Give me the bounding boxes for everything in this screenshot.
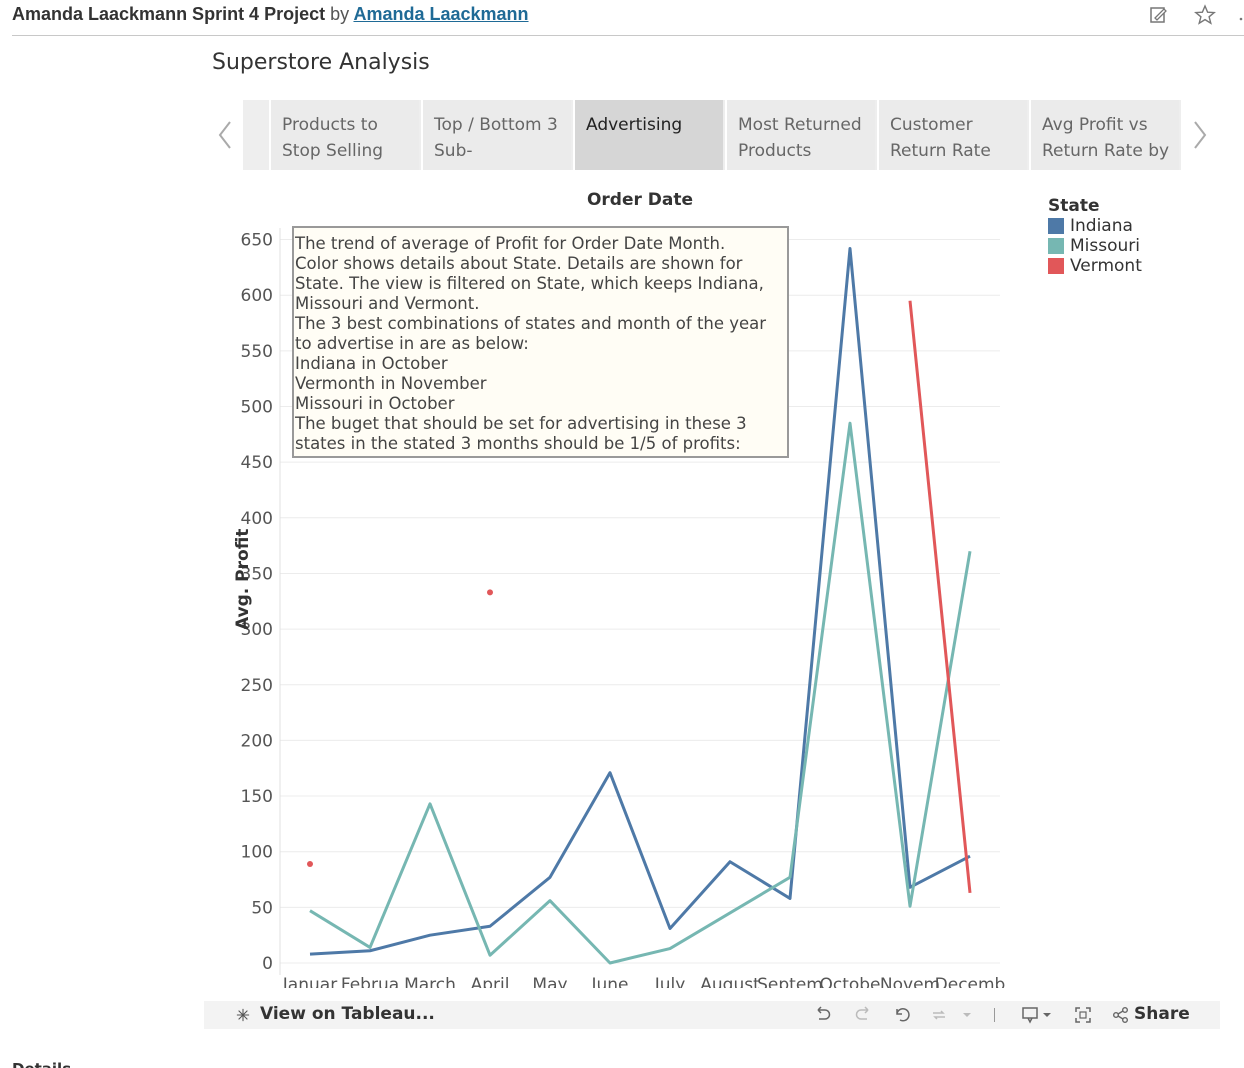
y-tick-label: 600	[241, 286, 273, 306]
legend-item-vermont[interactable]: Vermont	[1048, 256, 1158, 276]
tooltip-line: Missouri in October	[295, 394, 455, 413]
legend-swatch-indiana	[1048, 218, 1064, 234]
tooltip-line: to advertise in are as below:	[295, 334, 529, 353]
y-axis-title: Avg. Profit	[233, 528, 253, 630]
line-chart: 050100150200250300350400450500550600650J…	[241, 228, 1006, 995]
legend-item-indiana[interactable]: Indiana	[1048, 216, 1158, 236]
y-tick-label: 200	[241, 731, 273, 751]
y-tick-label: 100	[241, 843, 273, 863]
x-tick-label: August	[700, 975, 760, 995]
tooltip-line: Indiana in October	[295, 354, 448, 373]
series-line-missouri	[309, 421, 972, 965]
legend-label-indiana: Indiana	[1070, 216, 1133, 236]
x-tick-label: July	[654, 975, 686, 995]
share-icon[interactable]	[1110, 1004, 1132, 1026]
x-tick-label: Octobe	[819, 975, 880, 995]
y-tick-label: 250	[241, 676, 273, 696]
fullscreen-icon[interactable]	[1072, 1004, 1094, 1026]
point-vermont	[307, 860, 313, 867]
comment-icon[interactable]	[1020, 1004, 1054, 1026]
x-tick-label: Januar	[282, 975, 337, 995]
toolbar-separator	[994, 1008, 995, 1022]
tooltip-line: The trend of average of Profit for Order…	[295, 234, 726, 253]
y-tick-label: 550	[241, 342, 273, 362]
redo-glyph	[855, 1006, 869, 1020]
redo-icon[interactable]	[852, 1004, 874, 1026]
tooltip-line: Missouri and Vermont.	[295, 294, 480, 313]
revert-icon[interactable]	[892, 1004, 914, 1026]
refresh-dropdown-icon[interactable]	[960, 1004, 974, 1026]
y-tick-label: 450	[241, 453, 273, 473]
x-tick-label: March	[404, 975, 456, 995]
x-tick-label: June	[590, 975, 628, 995]
undo-icon[interactable]	[812, 1004, 834, 1026]
tooltip-line: The 3 best combinations of states and mo…	[295, 314, 767, 333]
y-tick-label: 0	[262, 954, 273, 974]
legend-swatch-vermont	[1048, 258, 1064, 274]
legend: State Indiana Missouri Vermont	[1048, 196, 1158, 276]
legend-label-vermont: Vermont	[1070, 256, 1142, 276]
legend-swatch-missouri	[1048, 238, 1064, 254]
y-tick-label: 150	[241, 787, 273, 807]
revert-glyph	[896, 1008, 910, 1022]
y-tick-label: 650	[241, 231, 273, 251]
y-tick-label: 50	[251, 898, 273, 918]
x-tick-label: April	[471, 975, 510, 995]
view-on-tableau-link[interactable]: View on Tableau...	[260, 1004, 435, 1024]
point-vermont	[487, 589, 493, 596]
undo-glyph	[817, 1006, 831, 1020]
share-glyph	[1113, 1007, 1128, 1023]
details-heading: Details	[12, 1060, 71, 1068]
y-tick-label: 400	[241, 509, 273, 529]
legend-item-missouri[interactable]: Missouri	[1048, 236, 1158, 256]
tooltip-line: Color shows details about State. Details…	[295, 254, 743, 273]
annotation-tooltip: The trend of average of Profit for Order…	[292, 226, 789, 458]
x-tick-label: May	[532, 975, 567, 995]
tableau-toolbar: View on Tableau... Share	[204, 1001, 1220, 1029]
x-tick-label: Februa	[341, 975, 399, 995]
tooltip-line: The buget that should be set for adverti…	[295, 414, 747, 433]
refresh-icon[interactable]	[928, 1004, 950, 1026]
comment-dropdown-glyph	[1022, 1007, 1051, 1024]
x-tick-label: Novem	[880, 975, 940, 995]
caret-down-icon	[963, 1013, 971, 1017]
x-tick-label: Decemb	[935, 975, 1006, 995]
tableau-logo-icon	[236, 1004, 250, 1026]
tooltip-line: Vermonth in November	[295, 374, 487, 393]
x-axis-title: Order Date	[586, 190, 694, 210]
x-tick-label: Septem	[757, 975, 823, 995]
tooltip-line: states in the stated 3 months should be …	[295, 434, 741, 453]
y-tick-label: 500	[241, 398, 273, 418]
refresh-glyph	[933, 1010, 945, 1020]
tooltip-line: State. The view is filtered on State, wh…	[295, 274, 764, 293]
legend-title: State	[1048, 196, 1100, 216]
fullscreen-glyph	[1075, 1007, 1091, 1023]
share-button[interactable]: Share	[1134, 1004, 1190, 1024]
legend-label-missouri: Missouri	[1070, 236, 1140, 256]
tableau-cross-icon	[236, 1008, 250, 1022]
